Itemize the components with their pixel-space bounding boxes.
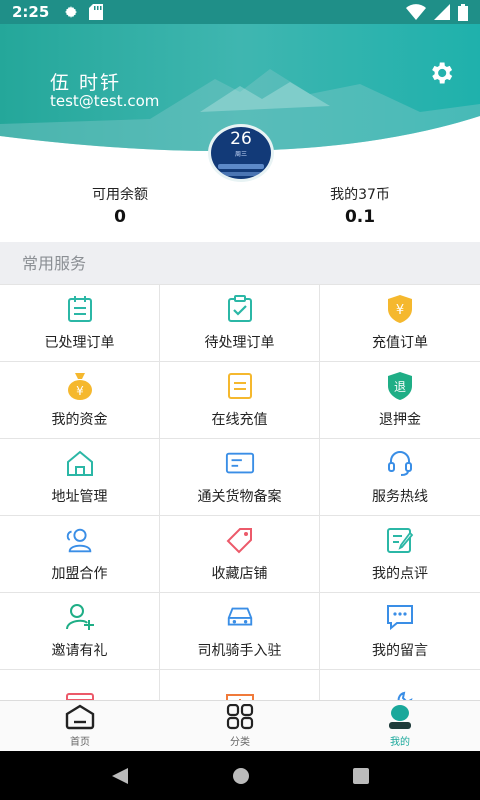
nav-label: 分类 — [230, 737, 250, 748]
service-recharge-orders[interactable]: ¥ 充值订单 — [320, 285, 480, 362]
nav-category[interactable]: 分类 — [160, 701, 320, 751]
refund-shield-icon: 退 — [385, 371, 415, 401]
service-label: 退押金 — [379, 412, 421, 428]
mailbox-icon — [65, 689, 95, 700]
user-name: 伍 时钎 — [50, 72, 122, 94]
service-label: 已处理订单 — [44, 335, 115, 351]
service-label: 我的点评 — [372, 566, 428, 582]
wifi-icon — [406, 4, 426, 20]
edit-note-icon — [385, 525, 415, 555]
balance-value: 0 — [114, 207, 126, 227]
balance-value: 0.1 — [344, 207, 376, 227]
service-pending-orders[interactable]: 待处理订单 — [160, 285, 320, 362]
card-icon — [225, 448, 255, 478]
service-invite-reward[interactable]: 邀请有礼 — [0, 593, 160, 670]
service-label: 我的资金 — [51, 412, 108, 428]
status-time: 2:25 — [12, 3, 50, 21]
service-label: 加盟合作 — [51, 566, 108, 582]
balance-available[interactable]: 可用余额 0 — [0, 184, 240, 242]
settings-button[interactable] — [426, 58, 456, 88]
service-grid: 已处理订单 待处理订单 ¥ 充值订单 ¥ 我的资金 在线充值 退 退押金 地址管… — [0, 284, 480, 700]
avatar-bar — [218, 164, 264, 169]
sd-card-icon — [89, 4, 104, 20]
service-favorite-shops[interactable]: 收藏店铺 — [160, 516, 320, 593]
gear-icon — [432, 62, 453, 84]
balance-coins[interactable]: 我的37币 0.1 — [240, 184, 480, 242]
service-my-messages[interactable]: 我的留言 — [320, 593, 480, 670]
nav-label: 首页 — [70, 737, 90, 748]
status-bar: 2:25 — [0, 0, 480, 24]
avatar-week: 周三 — [234, 151, 247, 158]
balance-label: 我的37币 — [330, 187, 390, 203]
service-label: 待处理订单 — [204, 335, 275, 351]
wrench-icon — [385, 689, 415, 700]
signal-icon — [434, 4, 450, 20]
nav-label: 我的 — [390, 737, 410, 748]
back-icon[interactable] — [110, 767, 130, 785]
calendar-list-icon — [65, 294, 95, 324]
service-address-management[interactable]: 地址管理 — [0, 439, 160, 516]
nav-mine[interactable]: 我的 — [320, 701, 480, 751]
svg-text:退: 退 — [394, 380, 406, 394]
service-label: 服务热线 — [372, 489, 428, 505]
message-icon — [385, 602, 415, 632]
money-bag-icon: ¥ — [65, 371, 95, 401]
headset-icon — [385, 448, 415, 478]
settings-status-icon — [65, 6, 78, 18]
home-tab-icon — [65, 704, 95, 730]
nav-home[interactable]: 首页 — [0, 701, 160, 751]
service-label: 充值订单 — [372, 335, 428, 351]
service-processed-orders[interactable]: 已处理订单 — [0, 285, 160, 362]
service-label: 在线充值 — [211, 412, 268, 428]
service-customs-filing[interactable]: 通关货物备案 — [160, 439, 320, 516]
add-user-icon — [65, 602, 95, 632]
user-email: test@test.com — [50, 92, 160, 110]
service-my-reviews[interactable]: 我的点评 — [320, 516, 480, 593]
avatar-day: 26 — [230, 129, 252, 149]
balance-label: 可用余额 — [92, 187, 148, 203]
service-label: 司机骑手入驻 — [197, 643, 282, 659]
svg-text:¥: ¥ — [76, 384, 84, 398]
car-icon — [225, 602, 255, 632]
avatar-bar — [218, 172, 264, 176]
bottom-nav: 首页 分类 我的 — [0, 700, 480, 751]
profile-icon — [389, 705, 411, 729]
tag-icon — [225, 525, 255, 555]
system-nav-bar — [0, 751, 480, 800]
service-ticket[interactable] — [160, 670, 320, 700]
balances-row: 可用余额 0 我的37币 0.1 — [0, 184, 480, 242]
service-tools[interactable] — [320, 670, 480, 700]
service-label: 通关货物备案 — [197, 489, 282, 505]
section-title: 常用服务 — [0, 242, 480, 284]
service-label: 地址管理 — [51, 489, 108, 505]
service-label: 收藏店铺 — [211, 566, 268, 582]
home-circle-icon[interactable] — [231, 766, 251, 786]
recents-icon[interactable] — [352, 767, 370, 785]
service-label: 我的留言 — [372, 643, 428, 659]
service-my-funds[interactable]: ¥ 我的资金 — [0, 362, 160, 439]
service-driver-rider-join[interactable]: 司机骑手入驻 — [160, 593, 320, 670]
service-hotline[interactable]: 服务热线 — [320, 439, 480, 516]
service-label: 邀请有礼 — [51, 643, 108, 659]
clipboard-check-icon — [225, 294, 255, 324]
svg-text:¥: ¥ — [396, 303, 404, 318]
home-icon — [65, 448, 95, 478]
battery-icon — [458, 3, 468, 21]
service-mailbox[interactable] — [0, 670, 160, 700]
yen-shield-icon: ¥ — [385, 294, 415, 324]
document-icon — [225, 371, 255, 401]
service-franchise[interactable]: 加盟合作 — [0, 516, 160, 593]
service-refund-deposit[interactable]: 退 退押金 — [320, 362, 480, 439]
users-icon — [65, 525, 95, 555]
service-online-recharge[interactable]: 在线充值 — [160, 362, 320, 439]
avatar[interactable]: 26 周三 — [208, 124, 274, 182]
grid-icon — [226, 704, 254, 730]
ticket-icon — [225, 689, 255, 700]
